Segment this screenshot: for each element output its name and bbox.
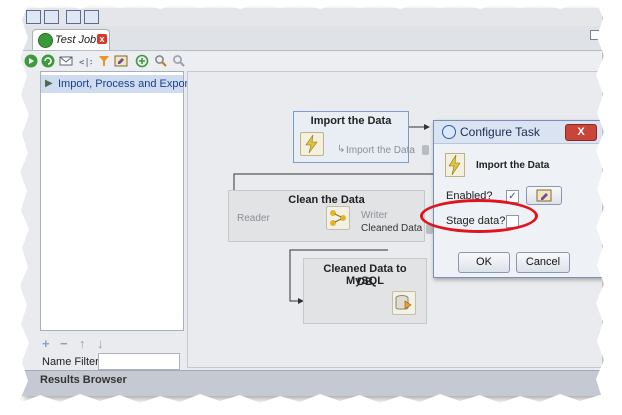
task-clean-the-data[interactable]: Clean the Data Reader Writer Cleaned Dat…	[228, 190, 433, 242]
dialog-title-bar[interactable]: Configure Task X	[434, 121, 602, 144]
top-icon-strip	[22, 8, 602, 26]
filter-icon[interactable]	[97, 54, 111, 68]
find-icon[interactable]	[154, 54, 168, 68]
move-up-icon[interactable]: ↑	[79, 336, 86, 351]
tab-label: Test Job	[55, 34, 97, 46]
task-import-the-data[interactable]: Import the Data ↳ Import the Data	[293, 111, 429, 163]
lightning-icon	[300, 132, 324, 156]
close-tab-icon[interactable]: x	[97, 34, 107, 44]
tree-item-label: Import, Process and Export	[58, 78, 192, 90]
task-cleaned-data-to-mysql[interactable]: Cleaned Data to MySQL DB	[303, 258, 427, 324]
edit-properties-button[interactable]	[526, 186, 562, 205]
task-tree-panel: ▶ Import, Process and Export	[40, 71, 191, 331]
remove-icon[interactable]: −	[60, 336, 68, 351]
cleaned-data-output-label: Cleaned Data	[361, 223, 423, 234]
dialog-title: Configure Task	[460, 125, 540, 139]
task-title-line2: DB	[357, 276, 373, 288]
writer-label: Writer	[361, 210, 388, 221]
task-name: Import the Data	[476, 160, 550, 171]
job-icon	[38, 33, 53, 48]
highlight-ellipse	[420, 199, 538, 233]
dialog-close-button[interactable]: X	[565, 124, 597, 141]
transform-icon	[326, 206, 350, 230]
torn-edge-left	[0, 0, 30, 415]
task-title: Import the Data	[310, 115, 392, 127]
properties-icon	[536, 189, 552, 202]
grid-icon[interactable]	[84, 10, 99, 24]
reader-label: Reader	[237, 213, 270, 224]
lightning-icon	[445, 153, 465, 177]
torn-edge-bottom	[0, 394, 622, 415]
tree-item-import-process-export[interactable]: ▶ Import, Process and Export	[41, 75, 191, 93]
output-label: Import the Data	[346, 145, 415, 156]
add-task-icon[interactable]	[135, 54, 149, 68]
database-icon	[422, 145, 429, 155]
window-icon-2[interactable]	[44, 10, 59, 24]
task-title: Clean the Data	[288, 194, 365, 206]
expand-arrow-icon[interactable]: ▶	[45, 78, 53, 89]
svg-text:<|>: <|>	[79, 58, 92, 68]
info-icon	[442, 125, 456, 139]
move-down-icon[interactable]: ↓	[97, 336, 104, 351]
torn-edge-top	[0, 0, 622, 9]
name-filter-input[interactable]	[98, 353, 180, 370]
name-filter-label: Name Filter	[42, 356, 99, 368]
database-export-icon	[392, 291, 416, 315]
output-arrow-icon: ↳	[337, 144, 346, 155]
editor-tab-bar: Test Job x	[22, 26, 602, 51]
ok-button[interactable]: OK	[458, 252, 510, 273]
results-browser-label: Results Browser	[40, 374, 127, 386]
tab-test-job[interactable]: Test Job x	[32, 29, 110, 50]
search-icon[interactable]	[172, 54, 186, 68]
run-step-icon[interactable]	[41, 54, 55, 68]
email-icon[interactable]	[59, 54, 73, 68]
add-icon[interactable]: +	[42, 336, 50, 351]
torn-edge-right	[596, 0, 622, 415]
properties-icon[interactable]	[114, 54, 128, 68]
calendar-icon[interactable]	[66, 10, 81, 24]
tree-buttons: + − ↑ ↓	[40, 334, 182, 352]
breakpoint-icon[interactable]: <|>	[78, 54, 92, 68]
job-toolbar: <|>	[22, 51, 602, 71]
cancel-button[interactable]: Cancel	[516, 252, 570, 273]
